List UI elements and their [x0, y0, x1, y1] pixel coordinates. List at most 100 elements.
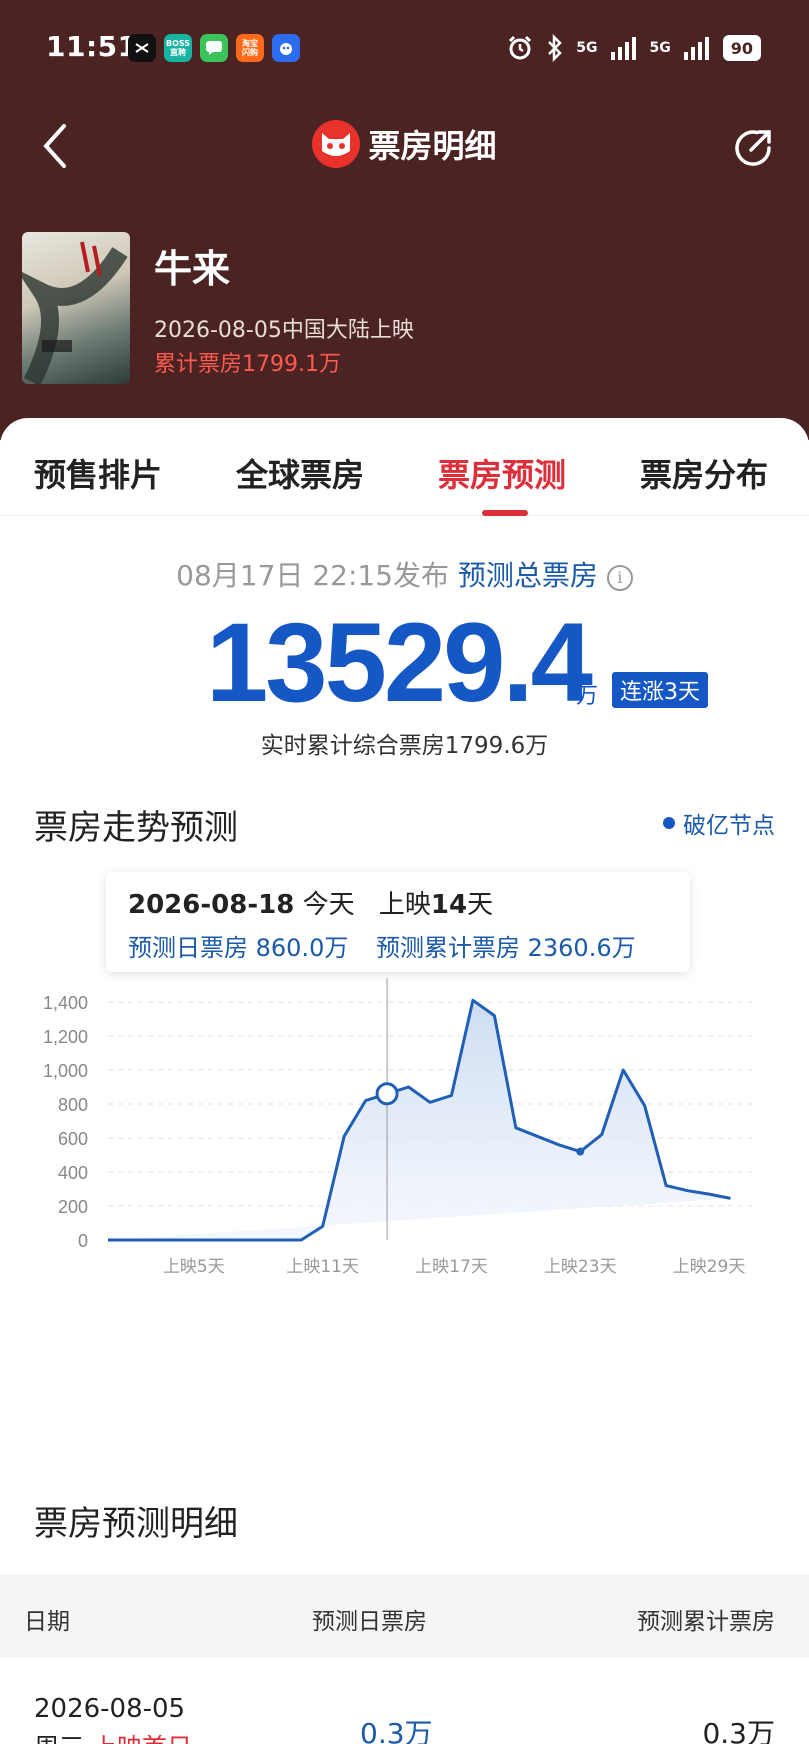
- data-point: [600, 1133, 604, 1137]
- data-point: [149, 1238, 153, 1242]
- data-point: [256, 1238, 260, 1242]
- x-tick-label: 上映29天: [673, 1257, 746, 1277]
- system-icons: 5G 5G 90: [506, 34, 761, 62]
- column-header-date: 日期: [24, 1609, 70, 1635]
- data-point: [449, 1094, 453, 1098]
- data-point: [514, 1126, 518, 1130]
- data-point: [492, 1014, 496, 1018]
- share-button[interactable]: [729, 124, 777, 172]
- data-point: [235, 1238, 239, 1242]
- row-date: 2026-08-05: [34, 1694, 186, 1724]
- y-tick-label: 200: [58, 1197, 88, 1217]
- row-daily: 0.3万: [360, 1717, 433, 1744]
- tooltip-cumulative: 预测累计票房 2360.6万: [375, 934, 636, 962]
- tooltip-today: 今天: [302, 890, 355, 920]
- tab-presale[interactable]: 预售排片: [34, 450, 162, 496]
- status-time: 11:51: [46, 30, 138, 63]
- navigation-bar: 票房明细: [0, 100, 809, 190]
- data-point: [621, 1068, 625, 1072]
- signal-icon-2: [683, 37, 709, 60]
- data-point: [428, 1100, 432, 1104]
- publish-time: 08月17日 22:15发布: [176, 559, 450, 592]
- movie-info: 牛来 2026-08-05中国大陆上映 累计票房1799.1万: [22, 232, 782, 384]
- y-tick-label: 1,400: [43, 993, 88, 1013]
- boss-zhipin-icon: BOSS 直聘: [164, 34, 192, 62]
- data-point: [643, 1104, 647, 1108]
- network-label-1: 5G: [576, 40, 598, 56]
- streak-badge: 连涨3天: [612, 672, 708, 708]
- chart-tooltip: 2026-08-18 今天 上映14天 预测日票房 860.0万 预测累计票房 …: [106, 872, 690, 972]
- baidu-icon: [272, 34, 300, 62]
- signal-icon: [610, 37, 636, 60]
- y-tick-label: 1,200: [43, 1027, 88, 1047]
- cumulative-gross: 累计票房1799.1万: [154, 352, 341, 377]
- network-label-2: 5G: [649, 40, 671, 56]
- info-icon[interactable]: i: [606, 565, 633, 591]
- movie-poster[interactable]: [22, 232, 130, 384]
- highlight-point: [375, 1082, 399, 1106]
- data-point: [471, 998, 475, 1002]
- taobao-shangou-icon: 淘宝 闪购: [236, 34, 264, 62]
- data-point: [170, 1238, 174, 1242]
- maoyan-cat-logo-icon: [312, 120, 361, 168]
- data-point: [342, 1134, 346, 1138]
- data-point: [321, 1224, 325, 1228]
- data-point: [557, 1143, 561, 1147]
- row-weekday-label: 周三: [34, 1733, 84, 1744]
- tooltip-days: 14: [430, 890, 468, 920]
- legend-label: 破亿节点: [683, 813, 775, 839]
- movie-title: 牛来: [154, 247, 231, 291]
- tooltip-date: 2026-08-18: [128, 890, 295, 920]
- data-point: [278, 1238, 282, 1242]
- tab-global-box-office[interactable]: 全球票房: [236, 450, 364, 496]
- share-icon: [735, 130, 771, 166]
- series-marker: [576, 1147, 585, 1156]
- trend-section-title: 票房走势预测: [34, 808, 238, 848]
- data-point: [127, 1238, 131, 1242]
- box-office-trend-chart[interactable]: 0 200 400 600 800 1,000 1,200 1,400 上映5天 上映11天 上映1…: [0, 978, 809, 1278]
- data-point: [535, 1134, 539, 1138]
- alarm-icon: [509, 35, 532, 60]
- content-card: 预售排片 全球票房 票房预测 票房分布 08月17日 22:15发布 预测总票房…: [0, 418, 809, 1744]
- release-info: 2026-08-05中国大陆上映: [154, 318, 414, 343]
- legend-item[interactable]: 破亿节点: [663, 806, 775, 840]
- data-point: [106, 1238, 110, 1242]
- forecast-total-unit: 万: [576, 684, 599, 709]
- tab-distribution[interactable]: 票房分布: [640, 450, 768, 496]
- data-point: [686, 1189, 690, 1193]
- x-tick-label: 上映23天: [544, 1257, 617, 1277]
- bluetooth-icon: [548, 34, 563, 62]
- data-point: [192, 1238, 196, 1242]
- page-title: 票房明细: [368, 127, 497, 165]
- data-point: [364, 1099, 368, 1103]
- data-point: [407, 1085, 411, 1089]
- forecast-total-label: 预测总票房: [457, 559, 598, 592]
- header-area: 11:51 BOSS 直聘 淘宝 闪购 5G 5G 90 票房明细 牛来 202…: [0, 0, 809, 440]
- data-point: [664, 1184, 668, 1188]
- row-cumulative: 0.3万: [702, 1717, 775, 1744]
- capcut-icon: [128, 34, 156, 62]
- row-weekday: 周三上映首日: [34, 1728, 192, 1744]
- messages-icon: [200, 34, 228, 62]
- forecast-total-value: 13529.4: [206, 600, 593, 725]
- battery-icon: 90: [722, 35, 761, 61]
- data-point: [213, 1238, 217, 1242]
- tooltip-daily: 预测日票房 860.0万: [128, 934, 349, 962]
- active-tab-indicator: [482, 510, 528, 516]
- y-tick-label: 800: [58, 1095, 88, 1115]
- data-point: [750, 978, 754, 980]
- tab-forecast[interactable]: 票房预测: [438, 450, 566, 496]
- column-header-cumulative: 预测累计票房: [637, 1609, 775, 1635]
- tooltip-days-suffix: 天: [467, 890, 494, 920]
- tooltip-values: 预测日票房 860.0万 预测累计票房 2360.6万: [128, 928, 636, 963]
- detail-section-title: 票房预测明细: [34, 1504, 238, 1544]
- y-tick-label: 600: [58, 1129, 88, 1149]
- x-tick-label: 上映5天: [163, 1257, 225, 1277]
- tooltip-days-prefix: 上映: [378, 890, 431, 920]
- row-tag: 上映首日: [92, 1733, 192, 1744]
- y-tick-label: 1,000: [43, 1061, 88, 1081]
- data-point: [299, 1238, 303, 1242]
- y-tick-label: 0: [78, 1231, 88, 1251]
- table-row[interactable]: 2026-08-05 周三上映首日 0.3万 0.3万: [0, 1672, 809, 1744]
- tab-bar: 预售排片 全球票房 票房预测 票房分布: [0, 418, 809, 516]
